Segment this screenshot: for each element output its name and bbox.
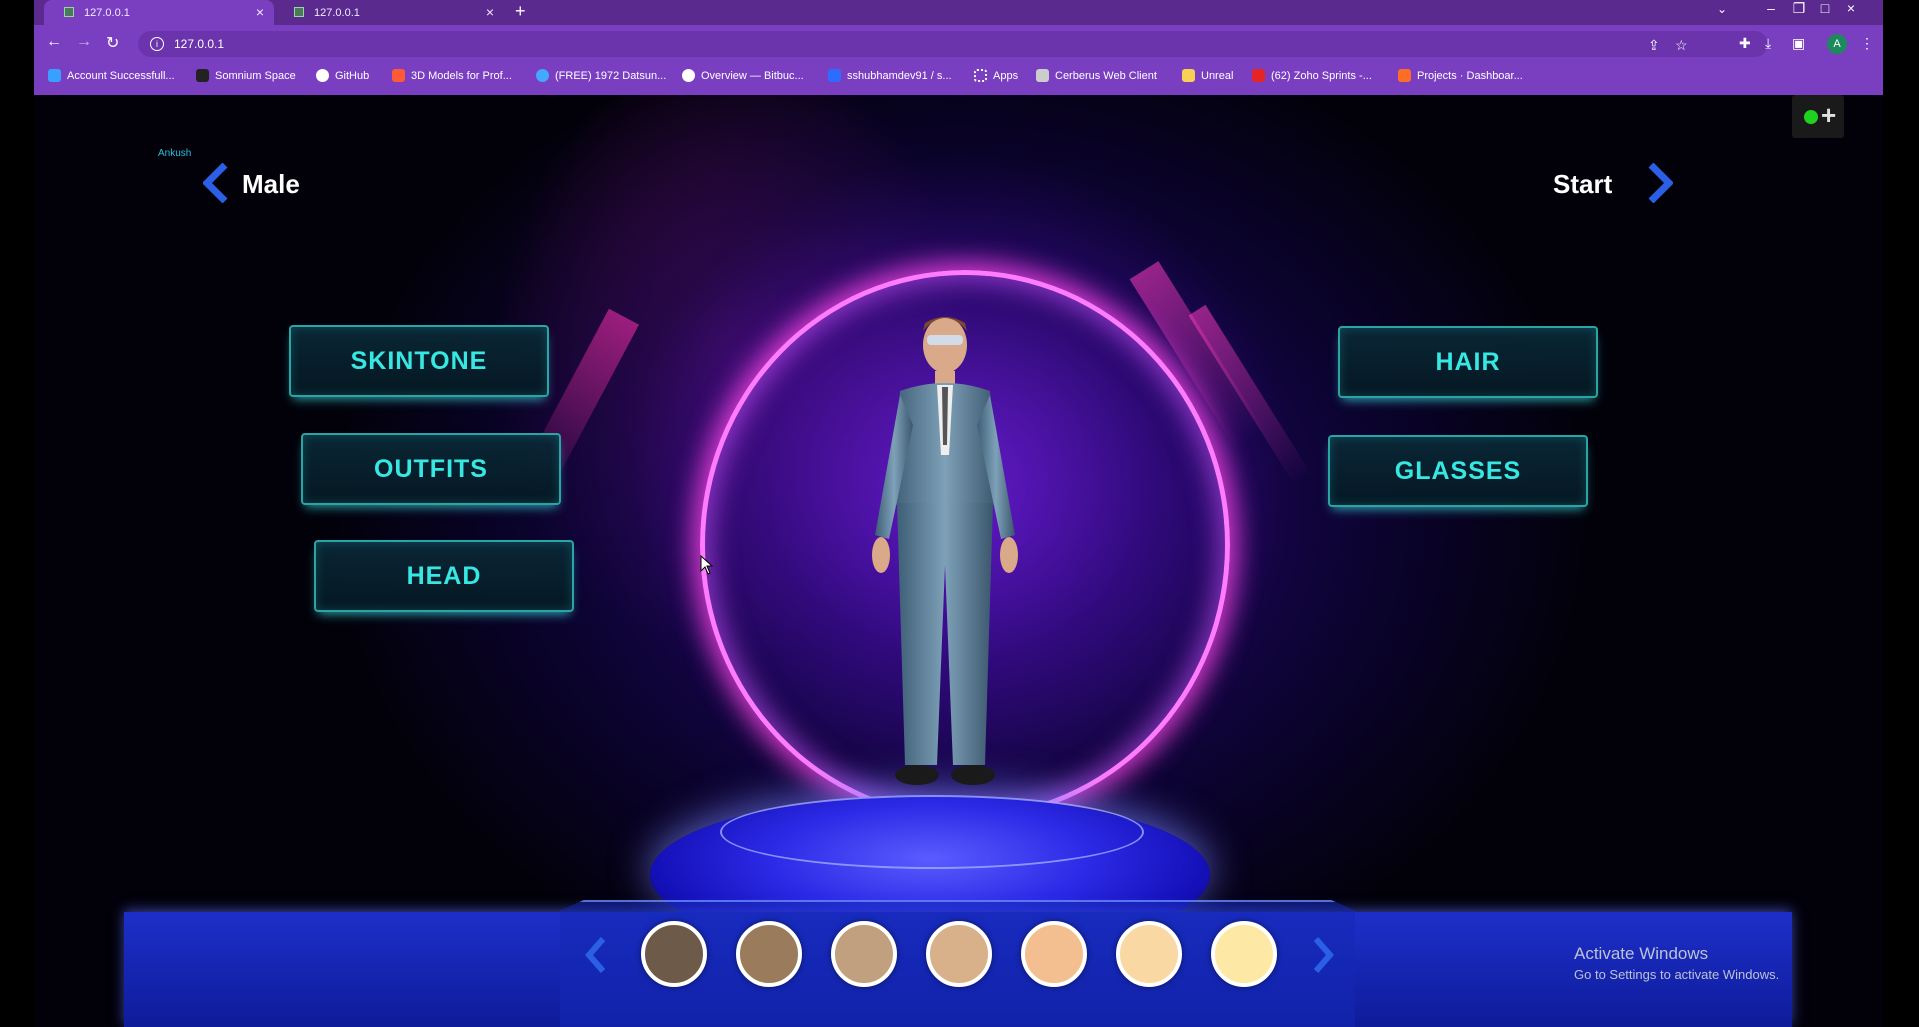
- tab-favicon-icon: [294, 7, 304, 17]
- address-bar[interactable]: i 127.0.0.1 ⇪ ☆: [138, 31, 1768, 57]
- skin-swatch[interactable]: [1021, 921, 1087, 987]
- player-name: Ankush: [158, 148, 192, 159]
- window-close-button[interactable]: ×: [1838, 0, 1864, 16]
- head-button[interactable]: HEAD: [314, 540, 574, 612]
- browser-chrome: 127.0.0.1 × 127.0.0.1 × + ⌄ – ❐ □ × ← → …: [34, 0, 1883, 95]
- bookmark-label: 3D Models for Prof...: [411, 69, 512, 82]
- bookmark-favicon-icon: [828, 69, 841, 82]
- gitlab-icon: [1398, 69, 1411, 82]
- bookmark-label: Apps: [993, 69, 1019, 82]
- browser-toolbar: ← → ↻ i 127.0.0.1 ⇪ ☆ ✚ ⤓ ▣ A ⋮: [34, 25, 1883, 65]
- close-icon[interactable]: ×: [486, 4, 494, 20]
- download-icon[interactable]: ⤓: [1765, 35, 1771, 52]
- restore-button[interactable]: ❐: [1786, 0, 1812, 17]
- skin-swatch[interactable]: [926, 921, 992, 987]
- bookmark-item[interactable]: Somnium Space: [196, 69, 296, 82]
- skin-swatch[interactable]: [736, 921, 802, 987]
- tab-search-chevron-icon[interactable]: ⌄: [1717, 2, 1727, 16]
- tab-strip: 127.0.0.1 × 127.0.0.1 × + ⌄ – ❐ □ ×: [34, 0, 1883, 25]
- minimize-button[interactable]: –: [1758, 0, 1784, 16]
- maximize-button[interactable]: □: [1812, 0, 1838, 16]
- apps-grid-icon: [974, 69, 987, 82]
- close-icon[interactable]: ×: [256, 4, 264, 20]
- bookmark-item[interactable]: 3D Models for Prof...: [392, 69, 512, 82]
- mouse-cursor-icon: [700, 555, 714, 575]
- bookmark-favicon-icon: [196, 69, 209, 82]
- back-arrow-icon[interactable]: ←: [46, 33, 62, 51]
- bookmark-label: GitHub: [335, 69, 370, 82]
- bookmark-favicon-icon: [1036, 69, 1049, 82]
- swatch-next-arrow-icon[interactable]: [1312, 937, 1334, 973]
- bookmark-favicon-icon: [536, 69, 549, 82]
- skin-swatch[interactable]: [1211, 921, 1277, 987]
- bookmark-item[interactable]: (62) Zoho Sprints -...: [1252, 69, 1372, 82]
- bookmark-favicon-icon: [682, 69, 695, 82]
- side-panel-icon[interactable]: ▣: [1792, 35, 1805, 52]
- extensions-puzzle-icon[interactable]: ✚: [1739, 35, 1751, 52]
- bookmark-label: Account Successfull...: [67, 69, 175, 82]
- new-tab-button[interactable]: +: [515, 1, 526, 22]
- tab-favicon-icon: [64, 7, 74, 17]
- forward-arrow-icon[interactable]: →: [76, 33, 92, 51]
- bookmark-item[interactable]: Cerberus Web Client: [1036, 69, 1157, 82]
- bookmark-item[interactable]: Apps: [974, 69, 1018, 82]
- bookmark-label: Somnium Space: [215, 69, 296, 82]
- bookmark-favicon-icon: [1252, 69, 1265, 82]
- stats-widget[interactable]: +: [1792, 95, 1844, 138]
- bookmark-item[interactable]: Unreal: [1182, 69, 1233, 82]
- bookmark-label: Cerberus Web Client: [1055, 69, 1157, 82]
- skin-swatch[interactable]: [1116, 921, 1182, 987]
- skintone-button[interactable]: SKINTONE: [289, 325, 549, 397]
- chevron-left-icon[interactable]: [203, 163, 229, 203]
- bookmark-label: Unreal: [1201, 69, 1234, 82]
- glasses-button[interactable]: GLASSES: [1328, 435, 1588, 507]
- bookmark-item[interactable]: Account Successfull...: [48, 69, 175, 82]
- swatch-prev-arrow-icon[interactable]: [585, 937, 607, 973]
- bookmark-item[interactable]: GitHub: [316, 69, 369, 82]
- bookmark-item[interactable]: (FREE) 1972 Datsun...: [536, 69, 666, 82]
- profile-avatar[interactable]: A: [1827, 34, 1847, 54]
- menu-kebab-icon[interactable]: ⋮: [1860, 35, 1874, 52]
- reload-icon[interactable]: ↻: [106, 33, 119, 53]
- activate-windows-subtitle: Go to Settings to activate Windows.: [1574, 967, 1780, 982]
- github-icon: [316, 69, 329, 82]
- bookmark-label: Overview — Bitbuc...: [701, 69, 804, 82]
- activate-windows-title: Activate Windows: [1574, 944, 1709, 963]
- share-icon[interactable]: ⇪: [1648, 37, 1660, 54]
- outfits-button[interactable]: OUTFITS: [301, 433, 561, 505]
- chevron-right-icon[interactable]: [1647, 163, 1673, 203]
- hair-button[interactable]: HAIR: [1338, 326, 1598, 398]
- bookmark-label: (FREE) 1972 Datsun...: [555, 69, 667, 82]
- bookmark-label: sshubhamdev91 / s...: [847, 69, 952, 82]
- browser-tab[interactable]: 127.0.0.1 ×: [274, 0, 504, 25]
- status-dot-icon: [1804, 110, 1818, 124]
- bookmark-label: Projects · Dashboar...: [1417, 69, 1523, 82]
- bookmark-item[interactable]: Overview — Bitbuc...: [682, 69, 804, 82]
- start-button[interactable]: Start: [1553, 169, 1612, 200]
- address-url: 127.0.0.1: [174, 37, 225, 51]
- bookmark-label: (62) Zoho Sprints -...: [1271, 69, 1372, 82]
- character-model[interactable]: [845, 305, 1045, 825]
- game-viewport[interactable]: Ankush Male Start SKINTONE OUTFITS HEAD …: [0, 95, 1919, 1027]
- bookmark-item[interactable]: Projects · Dashboar...: [1398, 69, 1523, 82]
- bookmark-item[interactable]: sshubhamdev91 / s...: [828, 69, 952, 82]
- site-info-icon[interactable]: i: [150, 37, 164, 51]
- skin-swatch[interactable]: [831, 921, 897, 987]
- bookmarks-bar: Account Successfull... Somnium Space Git…: [34, 66, 1883, 88]
- skin-swatch[interactable]: [641, 921, 707, 987]
- gender-label[interactable]: Male: [242, 169, 300, 200]
- plus-icon[interactable]: +: [1821, 100, 1836, 131]
- tab-title: 127.0.0.1: [84, 6, 130, 19]
- folder-icon: [1182, 69, 1195, 82]
- bookmark-favicon-icon: [48, 69, 61, 82]
- browser-tab-active[interactable]: 127.0.0.1 ×: [44, 0, 274, 25]
- bookmark-star-icon[interactable]: ☆: [1675, 37, 1688, 54]
- bookmark-favicon-icon: [392, 69, 405, 82]
- tab-title: 127.0.0.1: [314, 6, 360, 19]
